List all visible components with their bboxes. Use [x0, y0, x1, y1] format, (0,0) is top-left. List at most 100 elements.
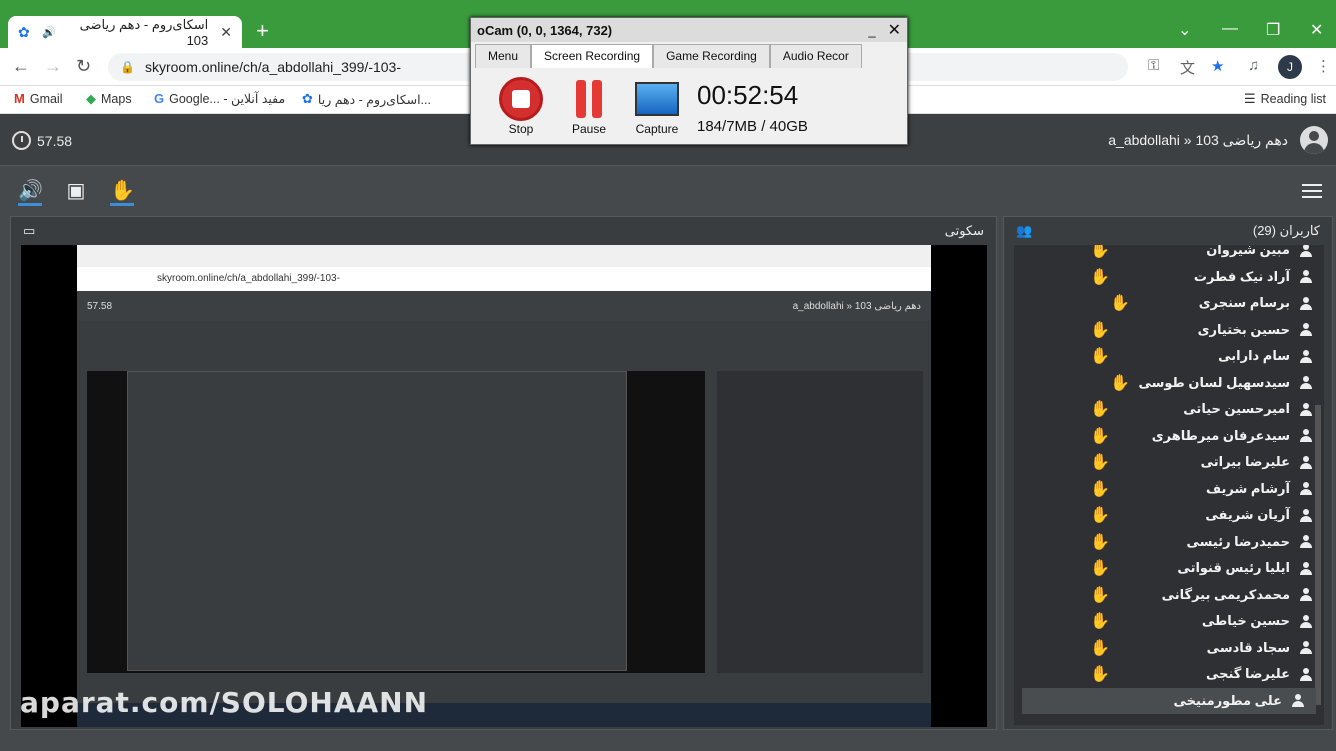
user-row[interactable]: علی مطورمنیخی [1022, 687, 1316, 714]
user-row[interactable]: ✋ آریان شریفی [1014, 502, 1324, 529]
ocam-window: oCam (0, 0, 1364, 732) _ ✕ Menu Screen R… [470, 17, 908, 145]
user-row[interactable]: ✋ سیدعرفان میرطاهری [1014, 423, 1324, 450]
user-row[interactable]: ✋ ایلیا رئیس قنواتی [1014, 555, 1324, 582]
user-name: علی مطورمنیخی [1173, 692, 1282, 708]
nested-url: skyroom.online/ch/a_abdollahi_399/-103- [77, 267, 931, 291]
user-name: امیرحسین حیاتی [1183, 401, 1290, 417]
raised-hand-icon: ✋ [1090, 507, 1110, 525]
skyroom-app: 57.58 a_abdollahi » دهم ریاضی 103 🔊 ▣ ✋ … [0, 114, 1336, 751]
user-row[interactable]: ✋ سام دارابی [1014, 343, 1324, 370]
monitor-capture-icon [635, 82, 679, 116]
ocam-tab-game-recording[interactable]: Game Recording [653, 44, 770, 68]
raised-hand-icon: ✋ [1090, 613, 1110, 631]
bookmark-google[interactable]: G Google... - مفید آنلاین [154, 91, 285, 106]
raise-hand-icon[interactable]: ✋ [110, 178, 135, 206]
user-row[interactable]: ✋ برسام سنجری [1014, 290, 1324, 317]
bookmark-star-icon[interactable]: ★ [1211, 57, 1224, 75]
key-icon[interactable]: ⚿ [1148, 57, 1159, 74]
user-row[interactable]: ✋ آرشام شریف [1014, 476, 1324, 503]
ocam-tab-menu[interactable]: Menu [475, 44, 532, 68]
user-row[interactable]: ✋ حسین خیاطی [1014, 608, 1324, 635]
user-row[interactable]: ✋ علیرضا بیراتی [1014, 449, 1324, 476]
hamburger-menu-icon[interactable] [1302, 184, 1322, 198]
ocam-close-button[interactable]: ✕ [888, 20, 901, 40]
forward-icon[interactable]: → [44, 56, 62, 77]
skyroom-favicon-icon: ✿ [18, 24, 30, 40]
user-icon [1300, 323, 1312, 337]
translate-icon[interactable]: 文 [1180, 57, 1195, 78]
ocam-pause-button[interactable]: Pause [559, 76, 619, 136]
bookmark-skyroom[interactable]: ✿ اسکای‌روم - دهم ریا... [302, 91, 431, 107]
restore-button[interactable]: ❐ [1266, 20, 1280, 40]
close-window-button[interactable]: ✕ [1310, 20, 1323, 40]
bookmark-gmail[interactable]: M Gmail [14, 91, 63, 106]
nested-tab-bar [77, 245, 931, 267]
lock-icon[interactable]: 🔒 [120, 60, 135, 74]
ocam-tabs: Menu Screen Recording Game Recording Aud… [475, 44, 905, 68]
user-icon [1300, 641, 1312, 655]
speaker-icon[interactable]: 🔊 [18, 178, 43, 206]
presentation-icon[interactable]: ▣ [64, 178, 88, 206]
google-icon: G [154, 91, 165, 106]
back-icon[interactable]: ← [12, 56, 30, 77]
ocam-tab-screen-recording[interactable]: Screen Recording [531, 44, 654, 68]
users-panel: 👥 کاربران (29) ✋ مبین شیروان ✋ آراد نیک فطر… [1003, 216, 1333, 730]
raised-hand-icon: ✋ [1090, 639, 1110, 657]
raised-hand-icon: ✋ [1090, 268, 1110, 286]
watermark: aparat.com/SOLOHAANN [20, 686, 429, 719]
ocam-size: 184/7MB / 40GB [697, 118, 808, 135]
session-timer: 57.58 [12, 131, 72, 150]
minimize-button[interactable]: — [1222, 20, 1238, 38]
user-icon [1300, 588, 1312, 602]
user-row[interactable]: ✋ علیرضا گنجی [1014, 661, 1324, 688]
reload-icon[interactable]: ↻ [76, 56, 91, 77]
gmail-icon: M [14, 91, 25, 106]
nested-user-list [717, 371, 923, 673]
raised-hand-icon: ✋ [1090, 348, 1110, 366]
ocam-tab-audio-recording[interactable]: Audio Recor [769, 44, 862, 68]
user-avatar-icon[interactable] [1300, 126, 1328, 154]
new-tab-button[interactable]: + [256, 20, 269, 42]
browser-tab[interactable]: ✿ 🔊 اسکای‌روم - دهم ریاضی 103 ✕ [8, 16, 242, 48]
user-name: سیدسهیل لسان طوسی [1138, 374, 1290, 390]
user-name: آرشام شریف [1206, 480, 1290, 496]
user-row[interactable]: ✋ حسین بختیاری [1014, 317, 1324, 344]
user-name: آریان شریفی [1205, 507, 1290, 523]
ocam-title: oCam (0, 0, 1364, 732) [477, 22, 613, 38]
user-row[interactable]: ✋ حمیدرضا رئیسی [1014, 529, 1324, 556]
user-row[interactable]: ✋ آراد نیک فطرت [1014, 264, 1324, 291]
url-text: skyroom.online/ch/a_abdollahi_399/-103- [144, 59, 402, 75]
ocam-minimize-button[interactable]: _ [868, 23, 875, 38]
user-row[interactable]: ✋ مبین شیروان [1014, 245, 1324, 264]
user-icon [1300, 296, 1312, 310]
user-row[interactable]: ✋ سجاد قادسی [1014, 635, 1324, 662]
tab-search-icon[interactable]: ⌄ [1178, 20, 1191, 40]
user-list[interactable]: ✋ مبین شیروان ✋ آراد نیک فطرت ✋ برسام سنجری ✋ ح… [1014, 245, 1324, 725]
ocam-stop-button[interactable]: Stop [491, 76, 551, 136]
more-menu-icon[interactable]: ⋮ [1316, 57, 1331, 75]
media-icon[interactable]: ♫ [1248, 57, 1259, 74]
user-icon [1300, 482, 1312, 496]
user-row[interactable]: ✋ محمدکریمی بیرگانی [1014, 582, 1324, 609]
user-name: مبین شیروان [1206, 245, 1290, 258]
user-row[interactable]: ✋ سیدسهیل لسان طوسی [1014, 370, 1324, 397]
user-row[interactable]: ✋ امیرحسین حیاتی [1014, 396, 1324, 423]
user-icon [1300, 614, 1312, 628]
user-icon [1300, 349, 1312, 363]
audio-icon[interactable]: 🔊 [42, 26, 56, 39]
nested-header: 57.58 a_abdollahi » دهم ریاضی 103 [77, 291, 931, 321]
user-icon [1300, 270, 1312, 284]
raised-hand-icon: ✋ [1090, 401, 1110, 419]
user-name: سجاد قادسی [1206, 639, 1290, 655]
nested-share-area [87, 371, 705, 673]
stop-icon [499, 77, 543, 121]
user-name: ایلیا رئیس قنواتی [1177, 560, 1290, 576]
user-name: آراد نیک فطرت [1193, 268, 1290, 284]
tab-close-icon[interactable]: ✕ [220, 24, 232, 41]
reading-list[interactable]: ☰ Reading list [1244, 91, 1326, 107]
user-name: حسین بختیاری [1197, 321, 1290, 337]
bookmark-maps[interactable]: ◆ Maps [86, 91, 132, 107]
profile-avatar[interactable]: J [1278, 55, 1302, 79]
app-toolbar: 🔊 ▣ ✋ [0, 166, 1336, 216]
ocam-capture-button[interactable]: Capture [627, 76, 687, 136]
